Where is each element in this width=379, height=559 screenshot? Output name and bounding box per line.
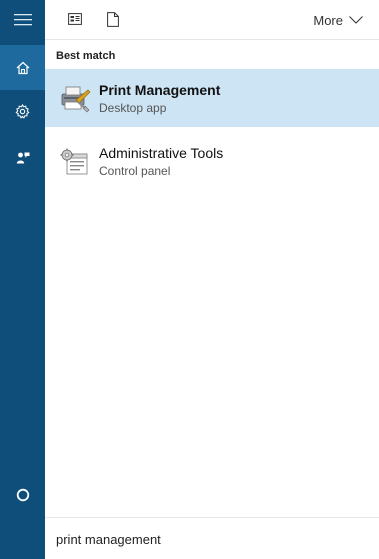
hamburger-icon — [13, 14, 32, 26]
more-label: More — [313, 12, 343, 28]
result-item-print-management[interactable]: Print Management Desktop app — [45, 69, 379, 127]
result-text: Administrative Tools Control panel — [99, 145, 223, 178]
result-title: Print Management — [99, 82, 221, 98]
documents-filter-button[interactable] — [105, 11, 121, 27]
result-item-administrative-tools[interactable]: Administrative Tools Control panel — [45, 132, 379, 192]
administrative-tools-icon — [60, 148, 88, 175]
apps-filter-button[interactable] — [67, 11, 83, 27]
result-title: Administrative Tools — [99, 145, 224, 161]
settings-button[interactable] — [0, 89, 45, 134]
best-match-heading: Best match — [56, 50, 116, 62]
chevron-down-icon — [349, 16, 363, 24]
feedback-icon — [16, 152, 29, 163]
search-filter-toolbar: More — [45, 0, 379, 40]
cortana-button[interactable] — [0, 472, 45, 517]
result-text: Print Management Desktop app — [99, 82, 220, 115]
sidebar — [0, 0, 45, 559]
more-filters-button[interactable]: More — [313, 10, 363, 30]
document-icon — [107, 11, 119, 27]
hamburger-menu-button[interactable] — [0, 0, 45, 40]
home-icon — [16, 61, 29, 74]
cortana-icon — [16, 488, 29, 501]
apps-icon — [68, 13, 82, 25]
home-button[interactable] — [0, 45, 45, 90]
result-subtitle: Control panel — [99, 164, 171, 178]
print-management-icon — [61, 86, 91, 113]
feedback-button[interactable] — [0, 135, 45, 180]
search-input[interactable] — [56, 529, 366, 549]
result-subtitle: Desktop app — [99, 101, 167, 115]
search-box — [45, 517, 379, 559]
gear-icon — [15, 104, 30, 119]
